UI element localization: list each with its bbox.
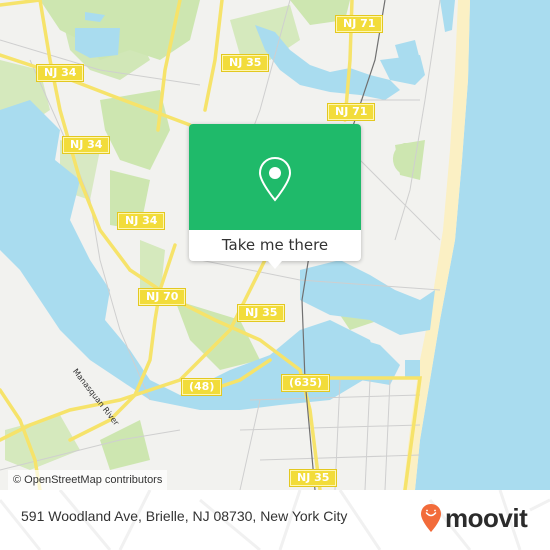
route-shield: NJ 35 — [236, 304, 286, 322]
route-shield: NJ 34 — [35, 64, 85, 82]
map-attribution[interactable]: © OpenStreetMap contributors — [8, 470, 168, 490]
moovit-logo[interactable]: moovit — [420, 503, 528, 533]
location-popup: Take me there — [189, 124, 361, 269]
moovit-pin-icon — [421, 504, 441, 532]
map-view[interactable]: NJ 34 NJ 34 NJ 34 NJ 35 NJ 71 NJ 71 NJ 7… — [0, 0, 550, 490]
route-shield: NJ 71 — [334, 15, 384, 33]
route-shield: NJ 34 — [116, 212, 166, 230]
ocean — [415, 0, 550, 490]
route-shield: NJ 70 — [137, 288, 187, 306]
route-shield: (635) — [280, 374, 331, 392]
footer-bar: 591 Woodland Ave, Brielle, NJ 08730, New… — [0, 490, 550, 550]
address-text: 591 Woodland Ave, Brielle, NJ 08730, New… — [21, 508, 348, 524]
route-shield: NJ 71 — [326, 103, 376, 121]
route-shield: NJ 35 — [220, 54, 270, 72]
take-me-there-button[interactable]: Take me there — [189, 230, 361, 261]
map-pin-icon — [258, 156, 292, 202]
route-shield: NJ 35 — [288, 469, 338, 487]
popup-header — [189, 124, 361, 230]
route-shield: NJ 34 — [61, 136, 111, 154]
popup-pointer — [268, 261, 282, 269]
moovit-wordmark: moovit — [445, 503, 528, 533]
route-shield: (48) — [180, 378, 223, 396]
